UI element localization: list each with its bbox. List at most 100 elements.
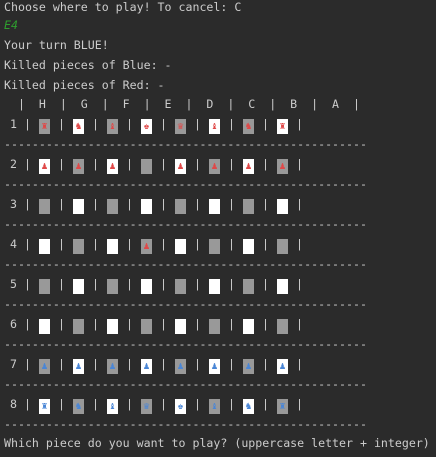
cell-divider: |: [228, 357, 235, 371]
board-square-c2: ♟: [209, 159, 220, 174]
board-square-a1: ♜: [277, 119, 288, 134]
board-square-g3: [73, 199, 84, 214]
cell-divider: |: [126, 277, 133, 291]
cell-divider: |: [262, 157, 269, 171]
cell-divider: |: [262, 277, 269, 291]
board-square-c5: [209, 279, 220, 294]
row-label-1: 1 |: [10, 117, 31, 131]
board-square-b6: [243, 319, 254, 334]
board-square-c6: [209, 319, 220, 334]
cell-divider: |: [194, 397, 201, 411]
board-square-c8: ♝: [209, 399, 220, 414]
board-square-a7: ♟: [277, 359, 288, 374]
row-separator: ----------------------------------------…: [4, 257, 367, 271]
board-square-h2: ♟: [39, 159, 50, 174]
board-square-g2: ♟: [73, 159, 84, 174]
row-label-6: 6 |: [10, 317, 31, 331]
board-square-b3: [243, 199, 254, 214]
board-square-d2: ♟: [175, 159, 186, 174]
board-square-f5: [107, 279, 118, 294]
cell-divider: |: [92, 397, 99, 411]
cell-divider: |: [160, 357, 167, 371]
cell-divider: |: [262, 117, 269, 131]
cell-divider: |: [58, 117, 65, 131]
board-square-d1: ♛: [175, 119, 186, 134]
row-label-5: 5 |: [10, 277, 31, 291]
cell-divider: |: [160, 397, 167, 411]
cell-divider: |: [228, 237, 235, 251]
cell-divider: |: [92, 237, 99, 251]
board-square-h4: [39, 239, 50, 254]
row-label-4: 4 |: [10, 237, 31, 251]
cell-divider: |: [228, 197, 235, 211]
row-separator: ----------------------------------------…: [4, 297, 367, 311]
cell-divider: |: [296, 157, 303, 171]
row-label-3: 3 |: [10, 197, 31, 211]
cell-divider: |: [296, 197, 303, 211]
board-square-a3: [277, 199, 288, 214]
board-square-g1: ♞: [73, 119, 84, 134]
row-label-8: 8 |: [10, 397, 31, 411]
board-square-f6: [107, 319, 118, 334]
cell-divider: |: [58, 197, 65, 211]
cell-divider: |: [194, 197, 201, 211]
row-label-2: 2 |: [10, 157, 31, 171]
cell-divider: |: [126, 397, 133, 411]
board-square-d3: [175, 199, 186, 214]
prompt-choose-line: Choose where to play! To cancel: C: [4, 0, 242, 14]
board-square-b8: ♞: [243, 399, 254, 414]
board-square-g8: ♞: [73, 399, 84, 414]
cell-divider: |: [58, 397, 65, 411]
cell-divider: |: [126, 117, 133, 131]
cell-divider: |: [262, 397, 269, 411]
cell-divider: |: [262, 197, 269, 211]
board-square-g6: [73, 319, 84, 334]
cell-divider: |: [194, 157, 201, 171]
cell-divider: |: [160, 157, 167, 171]
cell-divider: |: [296, 397, 303, 411]
cell-divider: |: [160, 197, 167, 211]
cell-divider: |: [126, 317, 133, 331]
cell-divider: |: [262, 317, 269, 331]
board-square-b2: ♟: [243, 159, 254, 174]
board-square-a6: [277, 319, 288, 334]
board-square-c3: [209, 199, 220, 214]
board-square-f4: [107, 239, 118, 254]
board-square-b4: [243, 239, 254, 254]
board-square-a4: [277, 239, 288, 254]
board-square-g4: [73, 239, 84, 254]
board-square-c7: ♟: [209, 359, 220, 374]
turn-status: Your turn BLUE!: [4, 38, 109, 52]
cell-divider: |: [296, 117, 303, 131]
killed-red-status: Killed pieces of Red: -: [4, 78, 165, 92]
chosen-square-echo: E4: [4, 18, 18, 32]
cell-divider: |: [228, 157, 235, 171]
board-square-e7: ♟: [141, 359, 152, 374]
board-column-header: | H | G | F | E | D | C | B | A |: [4, 97, 360, 111]
board-square-e3: [141, 199, 152, 214]
board-square-h5: [39, 279, 50, 294]
board-square-d7: ♟: [175, 359, 186, 374]
board-square-d8: ♚: [175, 399, 186, 414]
piece-input-prompt[interactable]: Which piece do you want to play? (upperc…: [4, 436, 430, 450]
cell-divider: |: [92, 197, 99, 211]
board-square-e1: ♚: [141, 119, 152, 134]
cell-divider: |: [228, 397, 235, 411]
cell-divider: |: [58, 157, 65, 171]
cell-divider: |: [296, 317, 303, 331]
cell-divider: |: [262, 357, 269, 371]
board-square-g7: ♟: [73, 359, 84, 374]
row-label-7: 7 |: [10, 357, 31, 371]
board-square-h7: ♟: [39, 359, 50, 374]
board-square-d5: [175, 279, 186, 294]
board-square-f1: ♝: [107, 119, 118, 134]
board-square-e5: [141, 279, 152, 294]
board-square-a2: ♟: [277, 159, 288, 174]
cell-divider: |: [228, 277, 235, 291]
cell-divider: |: [296, 277, 303, 291]
row-separator: ----------------------------------------…: [4, 337, 367, 351]
cell-divider: |: [126, 197, 133, 211]
row-separator: ----------------------------------------…: [4, 177, 367, 191]
cell-divider: |: [126, 357, 133, 371]
board-square-e2: [141, 159, 152, 174]
